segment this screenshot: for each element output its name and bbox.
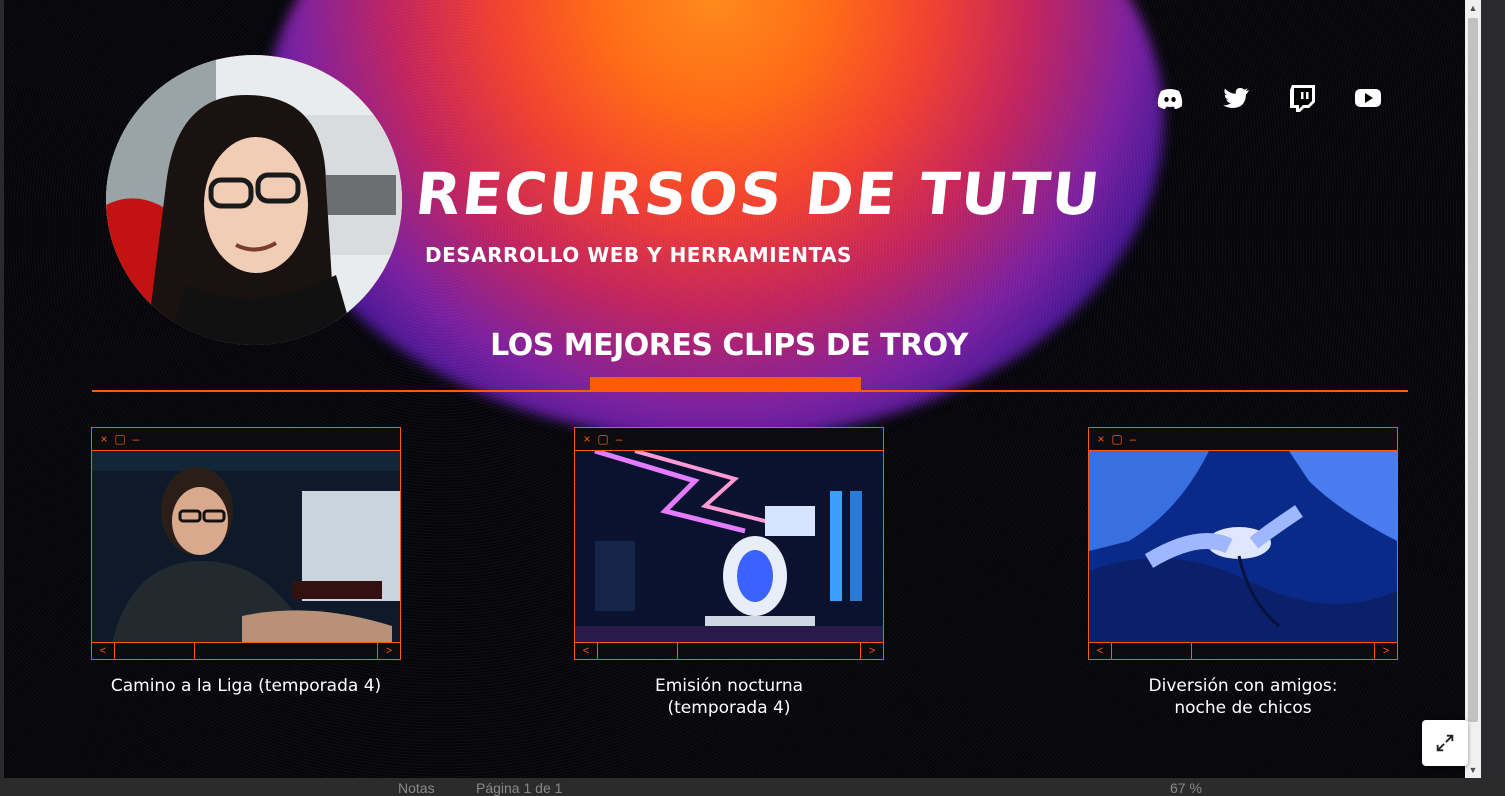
section-divider	[92, 390, 1408, 392]
notes-button[interactable]: Notas	[398, 780, 435, 796]
prev-button[interactable]: <	[92, 643, 115, 659]
youtube-icon	[1355, 89, 1381, 107]
card-window-bar: × ▢ –	[575, 428, 883, 451]
section-underline-accent	[590, 377, 861, 390]
minimize-icon: –	[1129, 432, 1137, 446]
page-subtitle: DESARROLLO WEB Y HERRAMIENTAS	[425, 243, 852, 267]
scroll-thumb[interactable]	[1468, 18, 1478, 722]
twitter-icon	[1223, 88, 1249, 108]
maximize-icon: ▢	[597, 432, 609, 446]
clip-card-2[interactable]: × ▢ – < >	[574, 427, 884, 660]
scroll-up-icon[interactable]: ▲	[1465, 0, 1481, 16]
clip-caption-3: Diversión con amigos: noche de chicos	[1148, 676, 1338, 718]
close-icon: ×	[1097, 432, 1105, 446]
maximize-icon: ▢	[1111, 432, 1123, 446]
twitter-link[interactable]	[1220, 82, 1252, 114]
minimize-icon: –	[615, 432, 623, 446]
clip-thumbnail	[575, 451, 883, 643]
status-bar: Notas Página 1 de 1 67 %	[0, 778, 1505, 796]
discord-icon	[1157, 89, 1183, 109]
close-icon: ×	[100, 432, 108, 446]
close-icon: ×	[583, 432, 591, 446]
page-title: RECURSOS DE TUTU	[412, 160, 1105, 228]
next-button[interactable]: >	[377, 643, 400, 659]
discord-link[interactable]	[1154, 82, 1186, 114]
card-window-bar: × ▢ –	[92, 428, 400, 451]
expand-icon	[1436, 734, 1454, 752]
avatar	[106, 55, 402, 345]
expand-button[interactable]	[1422, 720, 1468, 766]
scroll-down-icon[interactable]: ▼	[1465, 762, 1481, 778]
clip-caption-2: Emisión nocturna (temporada 4)	[654, 676, 804, 718]
app-window: RECURSOS DE TUTU DESARROLLO WEB Y HERRAM…	[0, 0, 1505, 796]
page-indicator: Página 1 de 1	[476, 780, 563, 796]
slide-canvas: RECURSOS DE TUTU DESARROLLO WEB Y HERRAM…	[4, 0, 1465, 778]
youtube-link[interactable]	[1352, 82, 1384, 114]
twitch-icon	[1290, 85, 1315, 112]
section-title: LOS MEJORES CLIPS DE TROY	[490, 328, 968, 363]
clip-thumbnail	[92, 451, 400, 643]
social-links	[1154, 82, 1384, 114]
clip-thumbnail	[1089, 451, 1397, 643]
maximize-icon: ▢	[114, 432, 126, 446]
clip-caption-1: Camino a la Liga (temporada 4)	[110, 676, 382, 696]
vertical-scrollbar[interactable]: ▲ ▼	[1465, 0, 1481, 778]
card-nav-bar: < >	[1089, 642, 1397, 659]
next-button[interactable]: >	[860, 643, 883, 659]
avatar-portrait	[106, 55, 402, 345]
prev-button[interactable]: <	[1089, 643, 1112, 659]
card-window-bar: × ▢ –	[1089, 428, 1397, 451]
card-nav-bar: < >	[575, 642, 883, 659]
clip-card-1[interactable]: × ▢ – < >	[91, 427, 401, 660]
prev-button[interactable]: <	[575, 643, 598, 659]
minimize-icon: –	[132, 432, 140, 446]
twitch-link[interactable]	[1286, 82, 1318, 114]
next-button[interactable]: >	[1374, 643, 1397, 659]
card-nav-bar: < >	[92, 642, 400, 659]
clip-card-3[interactable]: × ▢ – < >	[1088, 427, 1398, 660]
zoom-level: 67 %	[1170, 780, 1202, 796]
